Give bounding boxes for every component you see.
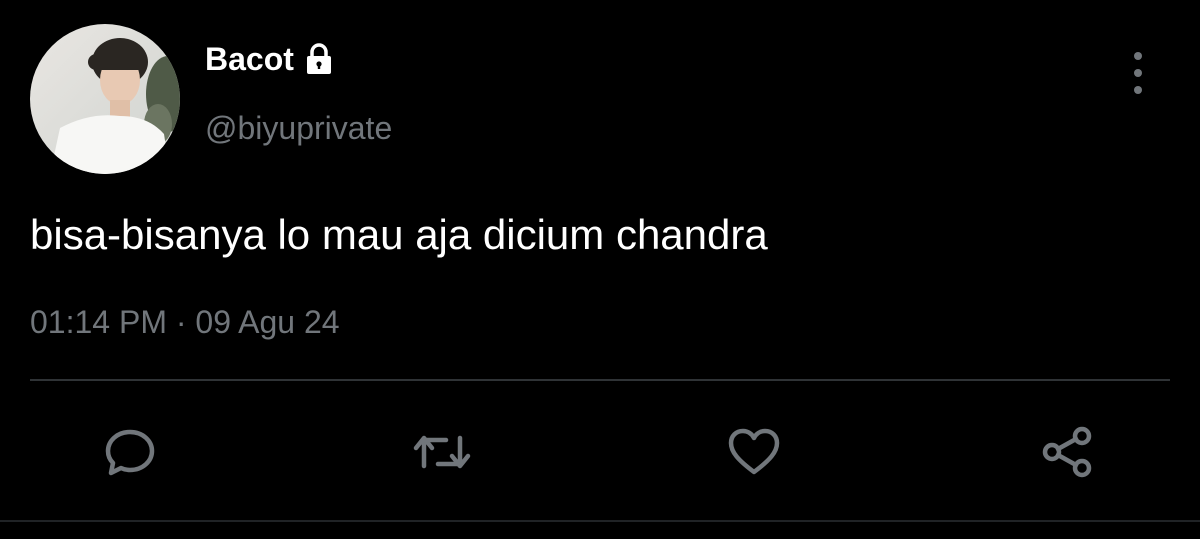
tweet-timestamp[interactable]: 01:14 PM · 09 Agu 24 [30,306,340,338]
vertical-dots-icon-dot-3 [1134,86,1142,94]
speech-bubble-icon [105,429,155,476]
bottom-divider [0,520,1200,522]
lock-icon [302,42,336,76]
share-button[interactable] [1036,420,1100,484]
tweet-text: bisa-bisanya lo mau aja dicium chandra [30,211,768,258]
like-button[interactable] [722,420,786,484]
display-name[interactable]: Bacot [205,42,336,76]
avatar[interactable] [30,24,180,174]
retweet-button[interactable] [410,420,474,484]
profile-photo [30,24,180,174]
more-options-button[interactable] [1120,52,1156,94]
vertical-dots-icon [1134,52,1142,60]
user-handle[interactable]: @biyuprivate [205,112,392,144]
heart-icon [728,428,780,475]
share-icon [1042,426,1092,478]
divider [30,379,1170,381]
reply-button[interactable] [98,420,162,484]
display-name-text: Bacot [205,41,294,77]
vertical-dots-icon-dot-2 [1134,69,1142,77]
retweet-icon [413,435,471,469]
